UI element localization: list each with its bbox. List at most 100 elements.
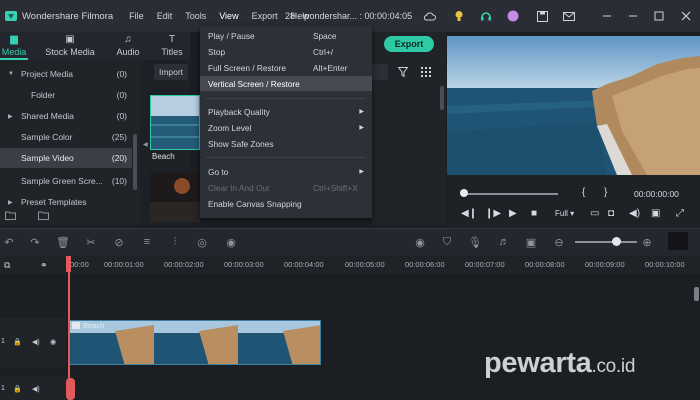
expand-arrow-icon[interactable]: ▼ [8,71,14,77]
adjust-icon[interactable]: ≡ [140,235,154,249]
add-folder-icon[interactable] [5,211,16,222]
tab-titles-label: Titles [161,47,183,57]
preview-progress-knob[interactable] [460,189,468,197]
minimize-icon[interactable] [599,8,615,24]
scroll-left-icon[interactable]: ◀ [143,141,148,148]
delete-icon[interactable]: 🗑 [56,235,70,249]
preview-progress-bar[interactable] [463,193,558,195]
play-from-start-icon[interactable]: ❙▶ [485,208,501,219]
mark-out-button[interactable]: } [604,187,607,198]
menu-item-play-pause[interactable]: Play / Pause Space [200,28,372,43]
fullscreen-icon[interactable]: ⤢ [676,208,684,219]
stop-icon[interactable]: ■ [531,208,537,219]
undo-icon[interactable]: ↶ [2,235,16,249]
audio-waveform-icon[interactable]: ⫶ [168,235,182,249]
menu-export[interactable]: Export [252,11,278,21]
redo-icon[interactable]: ↷ [28,235,42,249]
menu-item-enable-canvas-snapping[interactable]: Enable Canvas Snapping [200,196,372,211]
lock-icon[interactable]: 🔒 [13,385,22,393]
cut-icon[interactable]: ✂ [84,235,98,249]
menu-view[interactable]: View [219,11,238,21]
play-icon[interactable]: ▶ [509,208,517,219]
tab-stock-media[interactable]: ▣ Stock Media [40,32,100,60]
grid-view-icon[interactable] [421,67,431,79]
tab-media[interactable]: ▆ Media [0,32,28,60]
save-icon[interactable] [534,8,550,24]
menu-item-vertical-screen[interactable]: Vertical Screen / Restore [200,76,372,91]
menu-item-show-safe-zones[interactable]: Show Safe Zones [200,136,372,151]
volume-icon[interactable]: ◀) [32,385,40,393]
track-number: 1 [1,385,5,392]
snapshot-camera-icon[interactable]: ◘ [608,208,614,219]
media-panel-scrollbar[interactable] [440,86,444,110]
menu-item-stop[interactable]: Stop Ctrl+/ [200,44,372,59]
beach-preview-image [447,36,700,175]
import-button[interactable]: Import [154,64,188,80]
sidebar-item-shared-media[interactable]: ▶ Shared Media (0) [0,106,132,126]
volume-icon[interactable]: ◀) [629,208,640,219]
ruler-tick: 00:00:08:00 [525,260,565,269]
avatar-icon[interactable] [505,8,521,24]
microphone-icon[interactable]: 🎙 [468,235,482,249]
menu-item-go-to[interactable]: Go to ▶ [200,164,372,179]
lock-icon[interactable]: 🔒 [13,338,22,346]
add-track-icon[interactable]: ⧉ [4,260,10,271]
close-icon[interactable] [678,8,694,24]
render-icon[interactable]: ◉ [413,235,427,249]
cloud-icon[interactable] [421,8,437,24]
menu-file[interactable]: File [129,11,144,21]
zoom-in-icon[interactable]: ⊕ [640,235,654,249]
menu-item-playback-quality[interactable]: Playback Quality ▶ [200,104,372,119]
folder-icon[interactable] [38,211,49,222]
sidebar-item-project-media[interactable]: ▼ Project Media (0) [0,64,132,84]
speed-icon[interactable]: ◎ [195,235,209,249]
headset-icon[interactable] [478,8,494,24]
menu-item-zoom-level[interactable]: Zoom Level ▶ [200,120,372,135]
sidebar-item-sample-video[interactable]: Sample Video (20) [0,148,132,168]
expand-arrow-icon[interactable]: ▶ [8,113,13,120]
document-title: 28 - wondershar... : 00:00:04:05 [285,11,413,21]
playhead-handle[interactable] [66,256,71,272]
expand-arrow-icon[interactable]: ▶ [8,199,13,206]
track-number: 1 [1,338,5,345]
color-match-icon[interactable]: ◉ [224,235,238,249]
volume-icon[interactable]: ◀) [32,338,40,346]
link-icon[interactable]: ⚭ [40,260,48,271]
mark-in-button[interactable]: { [582,187,585,198]
voiceover-icon[interactable]: ♬ [497,235,511,249]
media-thumbnail-beach[interactable] [150,95,200,150]
shield-marker-icon[interactable]: ⛉ [440,235,454,249]
menu-item-full-screen[interactable]: Full Screen / Restore Alt+Enter [200,60,372,75]
lightbulb-icon[interactable] [451,8,467,24]
filter-icon[interactable] [397,67,409,79]
timeline-vertical-scrollbar[interactable] [694,287,699,301]
picture-in-picture-icon[interactable]: ▣ [651,208,660,219]
previous-frame-icon[interactable]: ◀❙ [461,208,477,219]
zoom-out-icon[interactable]: ⊖ [552,235,566,249]
tab-audio[interactable]: ♫ Audio [112,32,144,60]
display-icon[interactable]: ▭ [590,208,599,219]
media-thumbnail-2[interactable] [150,172,200,222]
split-screen-icon[interactable]: ▣ [524,235,538,249]
quality-select[interactable]: Full ▾ [555,209,574,218]
sidebar-scrollbar[interactable] [133,134,137,190]
minimize-window-icon[interactable] [625,8,641,24]
menu-tools[interactable]: Tools [185,11,206,21]
audio-clip-start[interactable] [66,378,75,400]
zoom-slider-track[interactable] [575,241,637,243]
timeline-view-toggle[interactable] [668,232,688,250]
zoom-slider-handle[interactable] [612,237,621,246]
export-button[interactable]: Export [384,36,434,52]
timeline-clip-beach[interactable] [69,320,321,365]
eye-icon[interactable]: ◉ [50,338,56,346]
sidebar-item-sample-green-screen[interactable]: Sample Green Scre... (10) [0,171,132,191]
menu-edit[interactable]: Edit [157,11,173,21]
mail-icon[interactable] [561,8,577,24]
sidebar-item-folder[interactable]: Folder (0) [0,85,132,105]
crop-icon[interactable]: ⊘ [112,235,126,249]
sidebar-item-sample-color[interactable]: Sample Color (25) [0,127,132,147]
maximize-icon[interactable] [651,8,667,24]
search-field-edge[interactable] [372,64,388,80]
tab-titles[interactable]: T Titles [158,32,186,60]
video-preview[interactable] [447,36,700,175]
